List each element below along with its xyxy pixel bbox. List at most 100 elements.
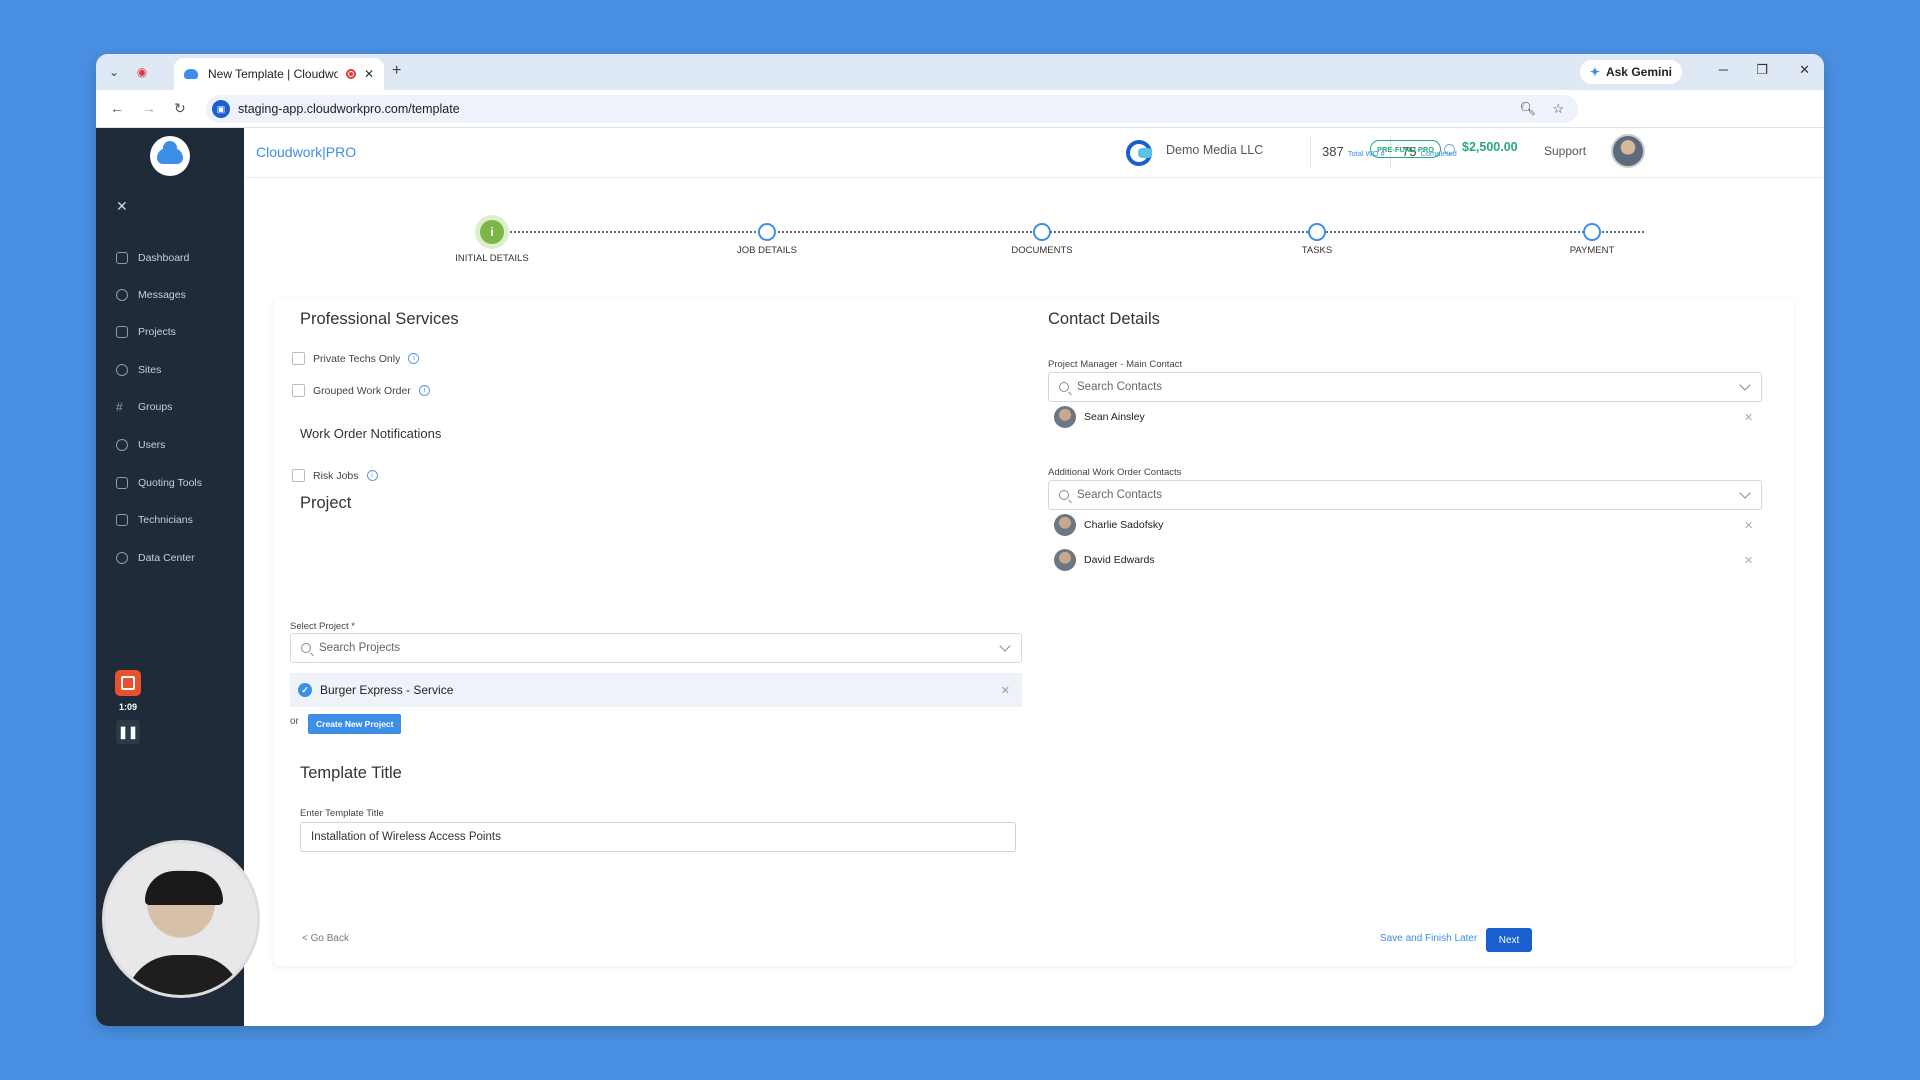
remove-contact-icon[interactable]: ✕	[1744, 411, 1753, 424]
search-icon	[1059, 382, 1069, 392]
check-circle-icon: ✓	[298, 683, 312, 697]
step-circle-icon	[758, 223, 776, 241]
tab-title: New Template | Cloudwork	[208, 67, 338, 81]
sidebar-item-data-center[interactable]: Data Center	[116, 549, 195, 567]
create-new-project-button[interactable]: Create New Project	[308, 714, 402, 734]
sidebar-item-dashboard[interactable]: Dashboard	[116, 249, 189, 267]
database-icon	[116, 552, 128, 564]
stop-recording-button[interactable]	[115, 670, 141, 696]
step-tasks[interactable]: TASKS	[1257, 223, 1377, 256]
step-documents[interactable]: DOCUMENTS	[982, 223, 1102, 256]
cloud-logo-icon	[157, 141, 183, 164]
search-icon	[1059, 490, 1069, 500]
close-tab-icon[interactable]: ✕	[364, 67, 374, 81]
or-label: or	[290, 716, 299, 727]
webcam-person-shirt	[125, 955, 243, 995]
company-logo-icon	[1124, 138, 1154, 166]
info-icon[interactable]: i	[366, 470, 378, 481]
select-project-label: Select Project *	[290, 621, 355, 632]
back-arrow-icon[interactable]: ←	[110, 100, 124, 116]
app-logo[interactable]	[150, 136, 190, 176]
company-name: Demo Media LLC	[1166, 143, 1264, 157]
prefund-badge: PRE-FUND PRO	[1370, 140, 1442, 158]
selected-project-row: ✓ Burger Express - Service ✕	[290, 673, 1022, 707]
sidebar-item-users[interactable]: Users	[116, 436, 165, 454]
info-icon[interactable]: i	[418, 385, 430, 396]
sidebar-item-technicians[interactable]: Technicians	[116, 511, 193, 529]
reload-icon[interactable]: ↻	[174, 100, 186, 117]
step-label: TASKS	[1301, 245, 1333, 256]
recording-indicator-icon: ◉	[136, 65, 148, 79]
sidebar-item-groups[interactable]: # Groups	[116, 398, 172, 416]
users-icon	[116, 439, 128, 451]
site-info-icon[interactable]: ▣	[212, 100, 230, 118]
browser-window: ⌄ ◉ New Template | Cloudwork ✕ + ✦ Ask G…	[96, 54, 1824, 1026]
recording-timer: 1:09	[118, 702, 137, 712]
step-initial-details[interactable]: i INITIAL DETAILS	[432, 215, 552, 264]
pm-contact-search-select[interactable]: Search Contacts	[1048, 372, 1762, 402]
restore-icon[interactable]: ❐	[1756, 62, 1768, 78]
additional-contact-search-select[interactable]: Search Contacts	[1048, 480, 1762, 510]
ask-gemini-button[interactable]: ✦ Ask Gemini	[1579, 60, 1682, 84]
user-avatar[interactable]	[1611, 134, 1645, 168]
support-link[interactable]: Support	[1544, 144, 1586, 158]
step-payment[interactable]: PAYMENT	[1532, 223, 1652, 256]
remove-contact-icon[interactable]: ✕	[1744, 519, 1753, 532]
search-icon	[301, 643, 311, 653]
calculator-icon	[116, 477, 128, 489]
webcam-person-cap	[145, 871, 223, 905]
sidebar-item-sites[interactable]: Sites	[116, 361, 161, 379]
url-input[interactable]: ▣ staging-app.cloudworkpro.com/template …	[206, 95, 1578, 123]
minimize-icon[interactable]: ─	[1719, 62, 1728, 77]
app-header: Cloudwork|PRO Demo Media LLC 387 Total W…	[244, 128, 1824, 178]
save-and-finish-later-link[interactable]: Save and Finish Later	[1380, 933, 1477, 944]
chat-icon	[116, 289, 128, 301]
close-sidebar-icon[interactable]: ✕	[116, 198, 128, 215]
remove-project-icon[interactable]: ✕	[1001, 684, 1010, 697]
private-techs-checkbox[interactable]	[292, 352, 305, 365]
sidebar-item-quoting-tools[interactable]: Quoting Tools	[116, 474, 202, 492]
step-circle-icon	[1308, 223, 1326, 241]
info-icon[interactable]: i	[408, 353, 420, 364]
remove-contact-icon[interactable]: ✕	[1744, 554, 1753, 567]
additional-contact-row: Charlie Sadofsky	[1054, 514, 1163, 536]
close-window-icon[interactable]: ✕	[1799, 62, 1810, 78]
step-job-details[interactable]: JOB DETAILS	[707, 223, 827, 256]
gemini-spark-icon: ✦	[1589, 65, 1600, 79]
template-title-input[interactable]: Installation of Wireless Access Points	[300, 822, 1016, 852]
cloud-favicon-icon	[184, 69, 198, 79]
pause-recording-button[interactable]: ❚❚	[116, 720, 140, 744]
total-wo-count: 387	[1322, 144, 1344, 159]
step-circle-icon	[1033, 223, 1051, 241]
project-search-select[interactable]: Search Projects	[290, 633, 1022, 663]
private-techs-checkbox-row[interactable]: Private Techs Only i	[292, 352, 420, 365]
divider	[1310, 136, 1311, 168]
zoom-icon[interactable]: 🔍︎	[1519, 101, 1536, 117]
grouped-work-order-checkbox[interactable]	[292, 384, 305, 397]
next-button[interactable]: Next	[1486, 928, 1532, 952]
bookmark-star-icon[interactable]: ☆	[1552, 101, 1564, 117]
home-icon	[116, 252, 128, 264]
company-switcher[interactable]: Demo Media LLC	[1124, 138, 1264, 166]
risk-jobs-checkbox-row[interactable]: Risk Jobs i	[292, 469, 378, 482]
section-title-notifications: Work Order Notifications	[300, 426, 442, 441]
risk-jobs-checkbox[interactable]	[292, 469, 305, 482]
sidebar-item-projects[interactable]: Projects	[116, 323, 176, 341]
info-icon: i	[475, 215, 509, 249]
grouped-work-order-checkbox-row[interactable]: Grouped Work Order i	[292, 384, 430, 397]
forward-arrow-icon[interactable]: →	[142, 100, 156, 116]
browser-tab[interactable]: New Template | Cloudwork ✕	[174, 58, 384, 90]
go-back-link[interactable]: < Go Back	[302, 933, 349, 944]
info-icon[interactable]	[1444, 144, 1455, 155]
ask-gemini-label: Ask Gemini	[1605, 65, 1672, 79]
tab-search-chevron-icon[interactable]: ⌄	[104, 62, 124, 82]
section-title-professional-services: Professional Services	[300, 310, 459, 328]
new-tab-icon[interactable]: +	[392, 62, 401, 80]
sidebar-item-messages[interactable]: Messages	[116, 286, 186, 304]
contact-search-placeholder: Search Contacts	[1077, 489, 1163, 501]
step-circle-icon	[1583, 223, 1601, 241]
sidebar-item-label: Technicians	[138, 514, 193, 526]
chevron-down-icon	[1739, 379, 1751, 391]
brand-logo[interactable]: Cloudwork|PRO	[256, 144, 356, 160]
folder-icon	[116, 326, 128, 338]
